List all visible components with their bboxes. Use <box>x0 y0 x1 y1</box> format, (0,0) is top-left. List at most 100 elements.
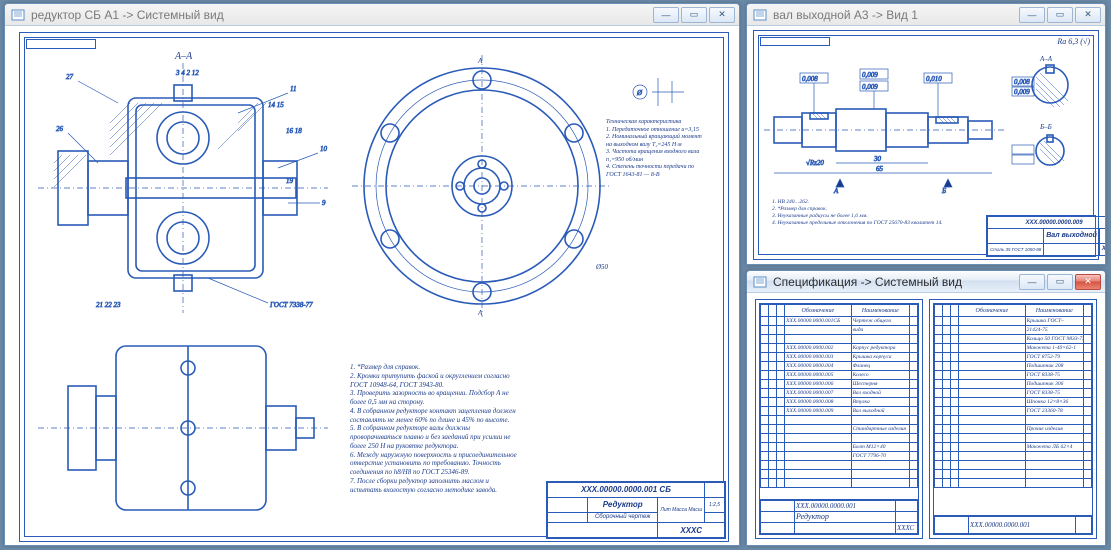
section-label: А–А <box>175 51 192 62</box>
svg-text:26: 26 <box>56 125 64 133</box>
surface-roughness: Ra 6,3 (√) <box>1057 37 1090 46</box>
table-row <box>935 434 1092 443</box>
table-row <box>761 479 918 488</box>
table-row: ХХХ.00000.0000.006Шестерня <box>761 380 918 389</box>
table-row: ХХХ.00000.0000.009Вал выходной <box>761 407 918 416</box>
drawing-viewport[interactable]: А–А <box>5 26 739 545</box>
table-row <box>935 416 1092 425</box>
table-row: ХХХ.00000.0000.002Корпус редуктора <box>761 344 918 353</box>
svg-text:19: 19 <box>286 177 294 185</box>
svg-text:11: 11 <box>290 85 296 93</box>
table-row: ХХХ.00000.0000.005Колесо <box>761 371 918 380</box>
maximize-button[interactable]: ▭ <box>681 7 707 23</box>
svg-text:Ø50: Ø50 <box>595 263 609 271</box>
table-row: ХХХ.00000.0000.008Втулка <box>761 398 918 407</box>
table-row: ХХХ.00000.0000.001СБЧертеж общего <box>761 317 918 326</box>
window-specification[interactable]: Спецификация -> Системный вид — ▭ ✕ Обоз… <box>746 270 1106 546</box>
table-row: ГОСТ 7796-70 <box>761 452 918 461</box>
svg-text:10: 10 <box>320 145 328 153</box>
table-row: ХХХ.00000.0000.007Вал входной <box>761 389 918 398</box>
minimize-button[interactable]: — <box>1019 274 1045 290</box>
spec-table-left: ОбозначениеНаименование ХХХ.00000.0000.0… <box>760 304 918 488</box>
maximize-icon: ▭ <box>690 9 699 20</box>
app-icon <box>753 275 767 289</box>
table-row: ГОСТ 8752-79 <box>935 353 1092 362</box>
table-row <box>935 452 1092 461</box>
minimize-button[interactable]: — <box>653 7 679 23</box>
svg-text:А: А <box>477 309 483 317</box>
flange-front-view: А А Ø50 <box>352 55 612 317</box>
svg-text:А–А: А–А <box>1039 55 1053 63</box>
drawing-viewport[interactable]: ОбозначениеНаименование ХХХ.00000.0000.0… <box>747 293 1105 545</box>
table-row: ХХХ.00000.0000.004Фланец <box>761 362 918 371</box>
svg-text:ГОСТ 7338-77: ГОСТ 7338-77 <box>269 301 313 309</box>
table-row <box>761 434 918 443</box>
svg-text:0,008: 0,008 <box>802 75 818 83</box>
app-icon <box>753 8 767 22</box>
table-row <box>935 470 1092 479</box>
svg-text:Б: Б <box>941 187 946 195</box>
table-row: Стандартные изделия <box>761 425 918 434</box>
spec-title-block-left: ХХХ.00000.0000.001 Редуктор ХХХС <box>759 499 919 535</box>
close-icon: ✕ <box>718 9 726 20</box>
minimize-button[interactable]: — <box>1019 7 1045 23</box>
close-button[interactable]: ✕ <box>1075 274 1101 290</box>
window-reductor-assembly[interactable]: редуктор СБ А1 -> Системный вид — ▭ ✕ А–… <box>4 3 740 546</box>
table-row <box>761 461 918 470</box>
svg-text:0,009: 0,009 <box>862 83 878 91</box>
window-title: Спецификация -> Системный вид <box>773 275 1013 289</box>
svg-text:√Rz20: √Rz20 <box>806 159 824 167</box>
table-row: Болт М12×40 <box>761 443 918 452</box>
title-bar[interactable]: редуктор СБ А1 -> Системный вид — ▭ ✕ <box>5 4 739 26</box>
svg-text:А: А <box>477 57 483 65</box>
table-row: Подшипник 306 <box>935 380 1092 389</box>
title-bar[interactable]: Спецификация -> Системный вид — ▭ ✕ <box>747 271 1105 293</box>
maximize-button[interactable]: ▭ <box>1047 274 1073 290</box>
svg-text:Ø: Ø <box>636 89 643 97</box>
title-bar[interactable]: вал выходной А3 -> Вид 1 — ▭ ✕ <box>747 4 1105 26</box>
drawing-sheet: Ra 6,3 (√) <box>753 30 1099 260</box>
datum-symbol: Ø <box>628 73 688 111</box>
maximize-button[interactable]: ▭ <box>1047 7 1073 23</box>
designation-box <box>760 37 830 46</box>
svg-text:0,008: 0,008 <box>1014 78 1030 86</box>
designation-box <box>26 39 96 49</box>
window-output-shaft[interactable]: вал выходной А3 -> Вид 1 — ▭ ✕ Ra 6,3 (√… <box>746 3 1106 265</box>
drawing-viewport[interactable]: Ra 6,3 (√) <box>747 26 1105 264</box>
svg-text:27: 27 <box>66 73 74 81</box>
spec-sheet-2: ОбозначениеНаименование Крышка ГОСТ–2142… <box>929 299 1097 539</box>
svg-text:16 18: 16 18 <box>286 127 302 135</box>
svg-text:0,009: 0,009 <box>1014 88 1030 96</box>
table-row <box>935 461 1092 470</box>
table-row <box>761 335 918 344</box>
table-row: ГОСТ 8338-75 <box>935 389 1092 398</box>
svg-text:30: 30 <box>873 155 882 163</box>
window-controls: — ▭ ✕ <box>1019 7 1101 23</box>
close-button[interactable]: ✕ <box>1075 7 1101 23</box>
table-row: Манжета 1-40×62-1 <box>935 344 1092 353</box>
app-icon <box>11 8 25 22</box>
shaft-notes: 1. НВ 240…262. 2. *Размер для справок. 3… <box>772 199 982 227</box>
window-controls: — ▭ ✕ <box>1019 274 1101 290</box>
technical-notes: 1. *Размер для справок. 2. Кромки притуп… <box>350 363 520 494</box>
minimize-icon: — <box>662 10 671 20</box>
title-block: ХХХ.00000.0000.001 СБ РедукторЛит Масса … <box>546 481 726 539</box>
close-icon: ✕ <box>1084 276 1092 287</box>
close-button[interactable]: ✕ <box>709 7 735 23</box>
svg-text:65: 65 <box>876 165 884 173</box>
table-row: ХХХ.00000.0000.003Крышка корпуса <box>761 353 918 362</box>
table-row: Прочие изделия <box>935 425 1092 434</box>
shaft-sections: А–А 0,008 0,009 Б–Б <box>1010 51 1090 181</box>
table-row <box>761 470 918 479</box>
window-controls: — ▭ ✕ <box>653 7 735 23</box>
svg-text:А: А <box>833 187 839 195</box>
assembly-side-view <box>38 328 328 528</box>
minimize-icon: — <box>1028 277 1037 287</box>
tech-params: Техническая характеристика 1. Передаточн… <box>606 119 706 179</box>
table-row: Подшипник 208 <box>935 362 1092 371</box>
spec-table-right: ОбозначениеНаименование Крышка ГОСТ–2142… <box>934 304 1092 488</box>
svg-text:14 15: 14 15 <box>268 101 284 109</box>
svg-text:Б–Б: Б–Б <box>1039 123 1052 131</box>
table-row: ГОСТ 23360-78 <box>935 407 1092 416</box>
table-row: Манжета ЛБ 62×4 <box>935 443 1092 452</box>
